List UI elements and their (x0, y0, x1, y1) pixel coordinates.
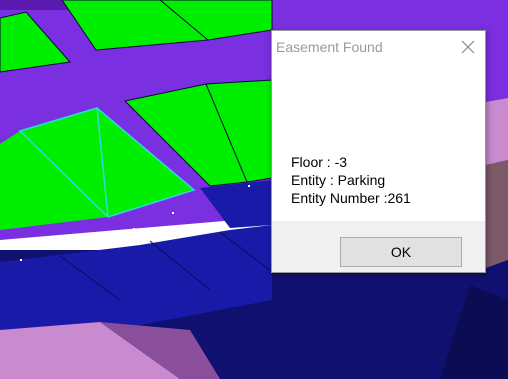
dialog-button-strip: OK (272, 221, 485, 272)
dialog-message: Floor : -3 Entity : Parking Entity Numbe… (291, 153, 411, 207)
entity-line: Entity : Parking (291, 172, 386, 188)
dialog-title: Easement Found (276, 39, 383, 55)
close-icon (461, 40, 475, 54)
close-button[interactable] (451, 31, 485, 63)
entity-number-line: Entity Number :261 (291, 190, 411, 206)
floor-line: Floor : -3 (291, 154, 348, 170)
right-wall-top (486, 98, 508, 165)
right-wall-face (486, 160, 508, 268)
dialog-message-area: Floor : -3 Entity : Parking Entity Numbe… (272, 63, 485, 221)
dialog-titlebar[interactable]: Easement Found (272, 31, 485, 63)
easement-found-dialog: Easement Found Floor : -3 Entity : Parki… (271, 30, 486, 273)
ok-button[interactable]: OK (340, 237, 462, 267)
